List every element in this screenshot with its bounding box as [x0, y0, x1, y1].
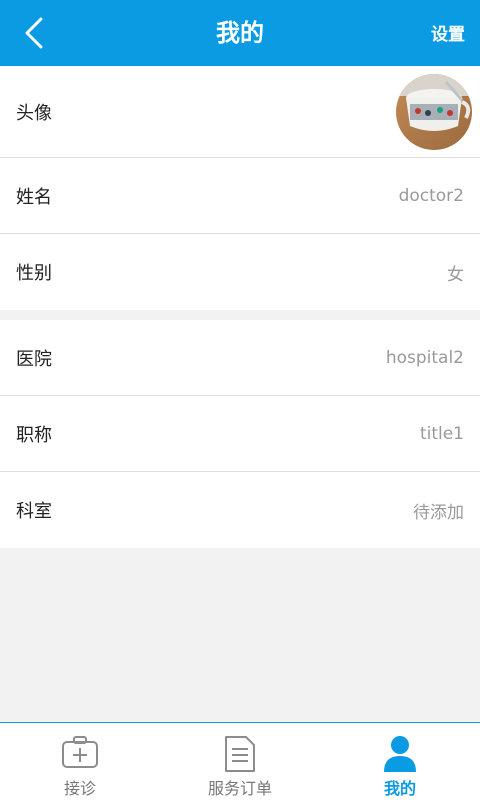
title-label: 职称 — [16, 424, 52, 446]
title-row[interactable]: 职称 title1 — [0, 396, 480, 472]
tab-mine[interactable]: 我的 — [320, 723, 480, 801]
tab-service-orders-label: 服务订单 — [207, 779, 272, 798]
settings-button[interactable]: 设置 — [431, 0, 465, 66]
avatar-row[interactable]: 头像 — [0, 66, 480, 158]
tab-reception-label: 接诊 — [63, 779, 96, 798]
tab-mine-label: 我的 — [383, 779, 416, 798]
department-row[interactable]: 科室 待添加 — [0, 472, 480, 548]
person-icon — [384, 736, 416, 772]
hospital-value: hospital2 — [385, 347, 464, 368]
avatar[interactable] — [396, 74, 472, 150]
document-icon — [225, 736, 255, 772]
tab-reception[interactable]: 接诊 — [0, 723, 160, 801]
name-label: 姓名 — [16, 186, 52, 208]
name-value: doctor2 — [398, 185, 464, 206]
avatar-image — [396, 74, 472, 150]
avatar-label: 头像 — [16, 102, 52, 124]
medical-kit-icon — [62, 736, 98, 768]
gender-label: 性别 — [16, 263, 52, 284]
profile-section: 头像 姓名 doctor2 性别 女 — [0, 66, 480, 310]
top-bar: 我的 设置 — [0, 0, 480, 66]
title-value: title1 — [419, 423, 464, 444]
hospital-label: 医院 — [16, 348, 52, 370]
department-value: 待添加 — [413, 502, 464, 523]
hospital-row[interactable]: 医院 hospital2 — [0, 320, 480, 396]
bottom-tab-bar: 接诊 服务订单 我的 — [0, 722, 480, 801]
name-row[interactable]: 姓名 doctor2 — [0, 158, 480, 234]
page-title: 我的 — [216, 19, 264, 47]
department-label: 科室 — [16, 501, 52, 522]
work-section: 医院 hospital2 职称 title1 科室 待添加 — [0, 320, 480, 548]
gender-row[interactable]: 性别 女 — [0, 234, 480, 310]
tab-service-orders[interactable]: 服务订单 — [160, 723, 320, 801]
gender-value: 女 — [447, 264, 464, 285]
